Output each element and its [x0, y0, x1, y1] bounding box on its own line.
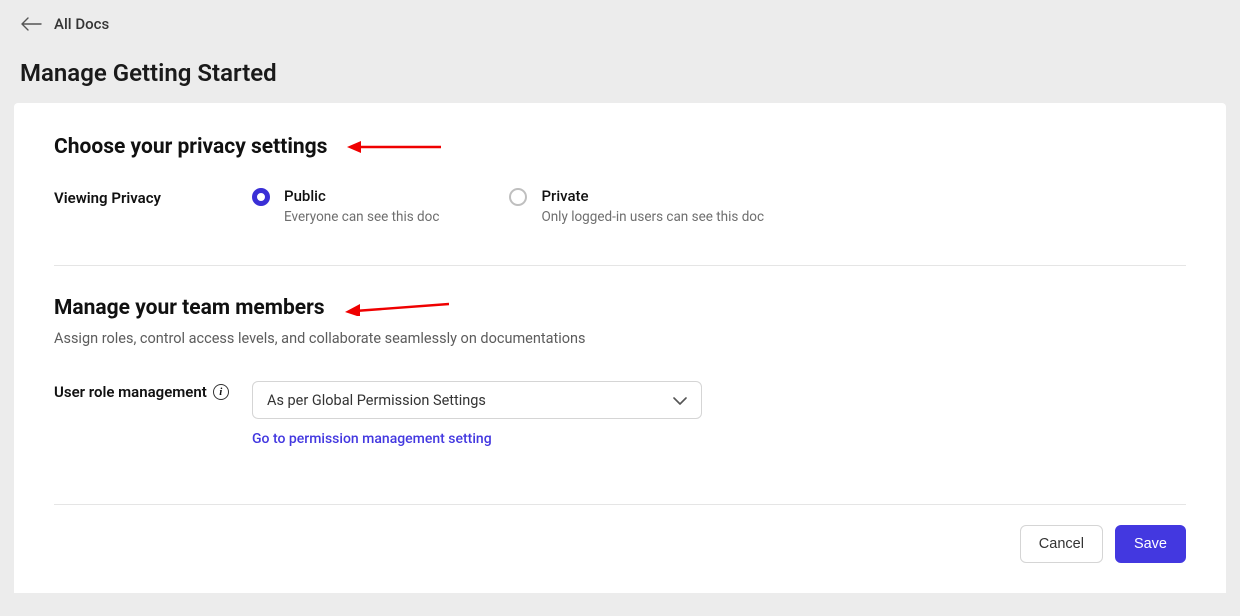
privacy-section-title-text: Choose your privacy settings [54, 135, 327, 159]
privacy-radio-group: Public Everyone can see this doc Private… [252, 187, 764, 225]
user-role-select-value: As per Global Permission Settings [267, 392, 486, 409]
cancel-button[interactable]: Cancel [1020, 525, 1103, 563]
privacy-option-label: Public [284, 187, 439, 205]
save-button[interactable]: Save [1115, 525, 1186, 563]
chevron-down-icon [673, 392, 687, 409]
viewing-privacy-row: Viewing Privacy Public Everyone can see … [54, 187, 1186, 225]
annotation-arrow-icon [345, 300, 449, 316]
info-icon[interactable]: i [213, 384, 229, 400]
viewing-privacy-label: Viewing Privacy [54, 187, 252, 207]
privacy-option-label: Private [541, 187, 764, 205]
user-role-select[interactable]: As per Global Permission Settings [252, 381, 702, 419]
privacy-option-desc: Only logged-in users can see this doc [541, 209, 764, 225]
annotation-arrow-icon [347, 140, 441, 154]
arrow-left-icon [20, 17, 42, 31]
user-role-label: User role management i [54, 381, 252, 401]
privacy-section-title: Choose your privacy settings [54, 135, 1186, 159]
team-section-subtitle: Assign roles, control access levels, and… [54, 330, 1186, 347]
radio-unselected-icon [509, 188, 527, 206]
settings-card: Choose your privacy settings Viewing Pri… [14, 103, 1226, 593]
privacy-option-private[interactable]: Private Only logged-in users can see thi… [509, 187, 764, 225]
team-section-title: Manage your team members [54, 296, 1186, 320]
permission-settings-link[interactable]: Go to permission management setting [252, 431, 492, 447]
divider [54, 265, 1186, 266]
user-role-label-text: User role management [54, 383, 207, 401]
privacy-option-public[interactable]: Public Everyone can see this doc [252, 187, 439, 225]
breadcrumb-back[interactable]: All Docs [20, 15, 1220, 33]
privacy-option-desc: Everyone can see this doc [284, 209, 439, 225]
radio-selected-icon [252, 188, 270, 206]
team-section-title-text: Manage your team members [54, 296, 325, 320]
footer-actions: Cancel Save [54, 504, 1186, 563]
user-role-row: User role management i As per Global Per… [54, 381, 1186, 447]
breadcrumb-label: All Docs [54, 15, 109, 33]
page-title: Manage Getting Started [20, 59, 1220, 87]
